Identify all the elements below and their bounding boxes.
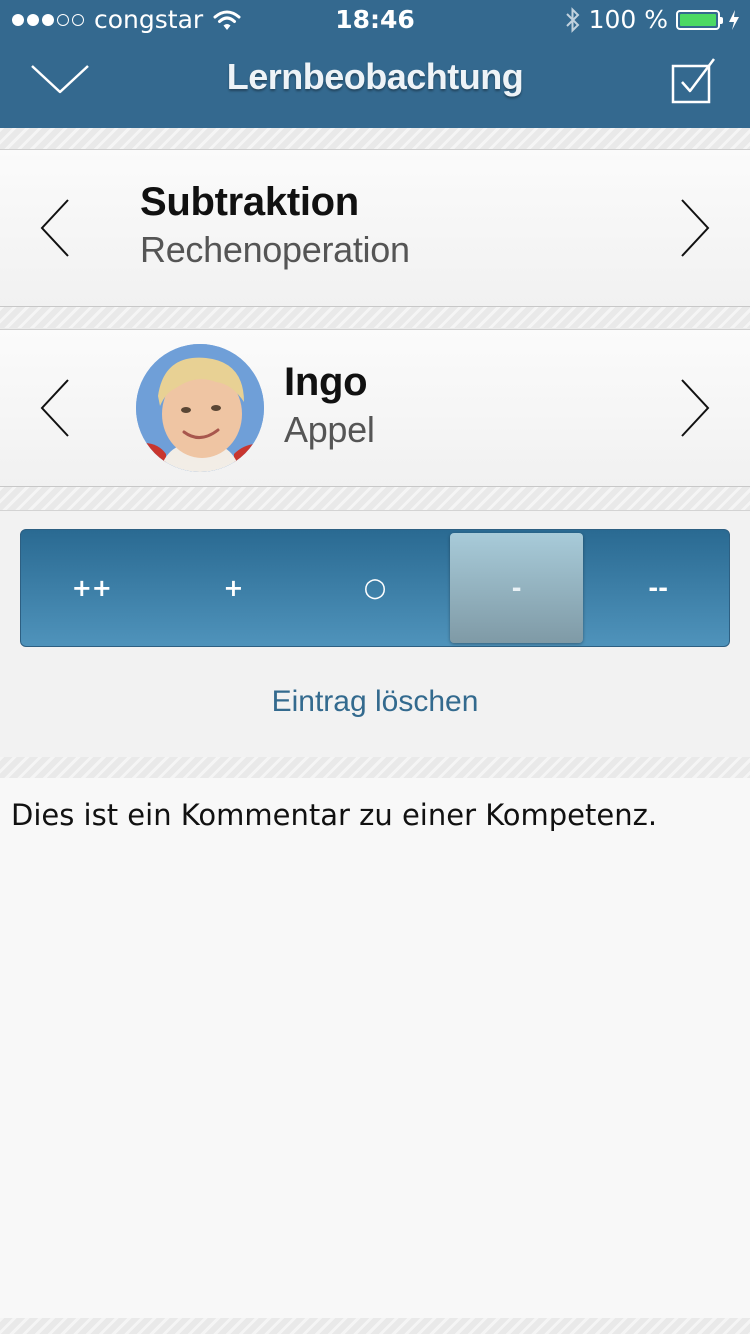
rating-section: ++ + ○ - -- Eintrag löschen <box>0 510 750 758</box>
battery-icon <box>676 9 723 30</box>
rating-label: -- <box>648 574 669 602</box>
section-divider <box>0 1318 750 1334</box>
status-bar: congstar 18:46 100 % <box>0 0 750 40</box>
next-student-button[interactable] <box>670 376 720 440</box>
competence-category: Rechenoperation <box>140 229 410 270</box>
chevron-right-icon <box>681 199 710 257</box>
rating-segmented-control: ++ + ○ - -- <box>20 529 730 647</box>
done-button[interactable] <box>670 56 722 106</box>
chevron-right-icon <box>681 379 710 437</box>
comment-text: Dies ist ein Kommentar zu einer Kompeten… <box>11 798 658 832</box>
rating-option-neutral[interactable]: ○ <box>304 530 446 646</box>
rating-label: + <box>223 574 244 602</box>
section-divider <box>0 307 750 328</box>
competence-title: Subtraktion <box>140 180 359 224</box>
checkbox-checked-icon <box>671 58 715 104</box>
bluetooth-icon <box>565 6 579 33</box>
previous-student-button[interactable] <box>30 376 80 440</box>
avatar <box>136 344 264 472</box>
rating-option-very-good[interactable]: ++ <box>21 530 163 646</box>
previous-competence-button[interactable] <box>30 196 80 260</box>
student-first-name: Ingo <box>284 360 368 404</box>
chevron-left-icon <box>40 379 69 437</box>
section-divider <box>0 487 750 510</box>
status-right: 100 % <box>565 5 740 34</box>
page-title: Lernbeobachtung <box>226 56 524 97</box>
student-selector: Ingo Appel <box>0 329 750 487</box>
charging-icon <box>729 9 739 30</box>
rating-option-poor[interactable]: - <box>446 530 588 646</box>
rating-option-good[interactable]: + <box>163 530 305 646</box>
section-divider <box>0 757 750 778</box>
top-bar: congstar 18:46 100 % Lernbeobachtung <box>0 0 750 128</box>
rating-label: ++ <box>71 574 112 602</box>
rating-label: ○ <box>363 573 387 603</box>
student-photo <box>136 344 264 472</box>
next-competence-button[interactable] <box>670 196 720 260</box>
delete-entry-link[interactable]: Eintrag löschen <box>0 685 750 719</box>
competence-selector: Subtraktion Rechenoperation <box>0 149 750 307</box>
student-labels: Ingo Appel <box>284 360 375 451</box>
rating-option-very-poor[interactable]: -- <box>587 530 729 646</box>
section-divider <box>0 128 750 149</box>
chevron-left-icon <box>40 199 69 257</box>
rating-label: - <box>511 574 522 602</box>
battery-percent: 100 % <box>588 5 668 34</box>
battery-fill <box>680 13 716 26</box>
comment-text-area[interactable]: Dies ist ein Kommentar zu einer Kompeten… <box>0 778 750 1318</box>
competence-labels: Subtraktion Rechenoperation <box>140 180 410 271</box>
student-last-name: Appel <box>284 409 375 450</box>
